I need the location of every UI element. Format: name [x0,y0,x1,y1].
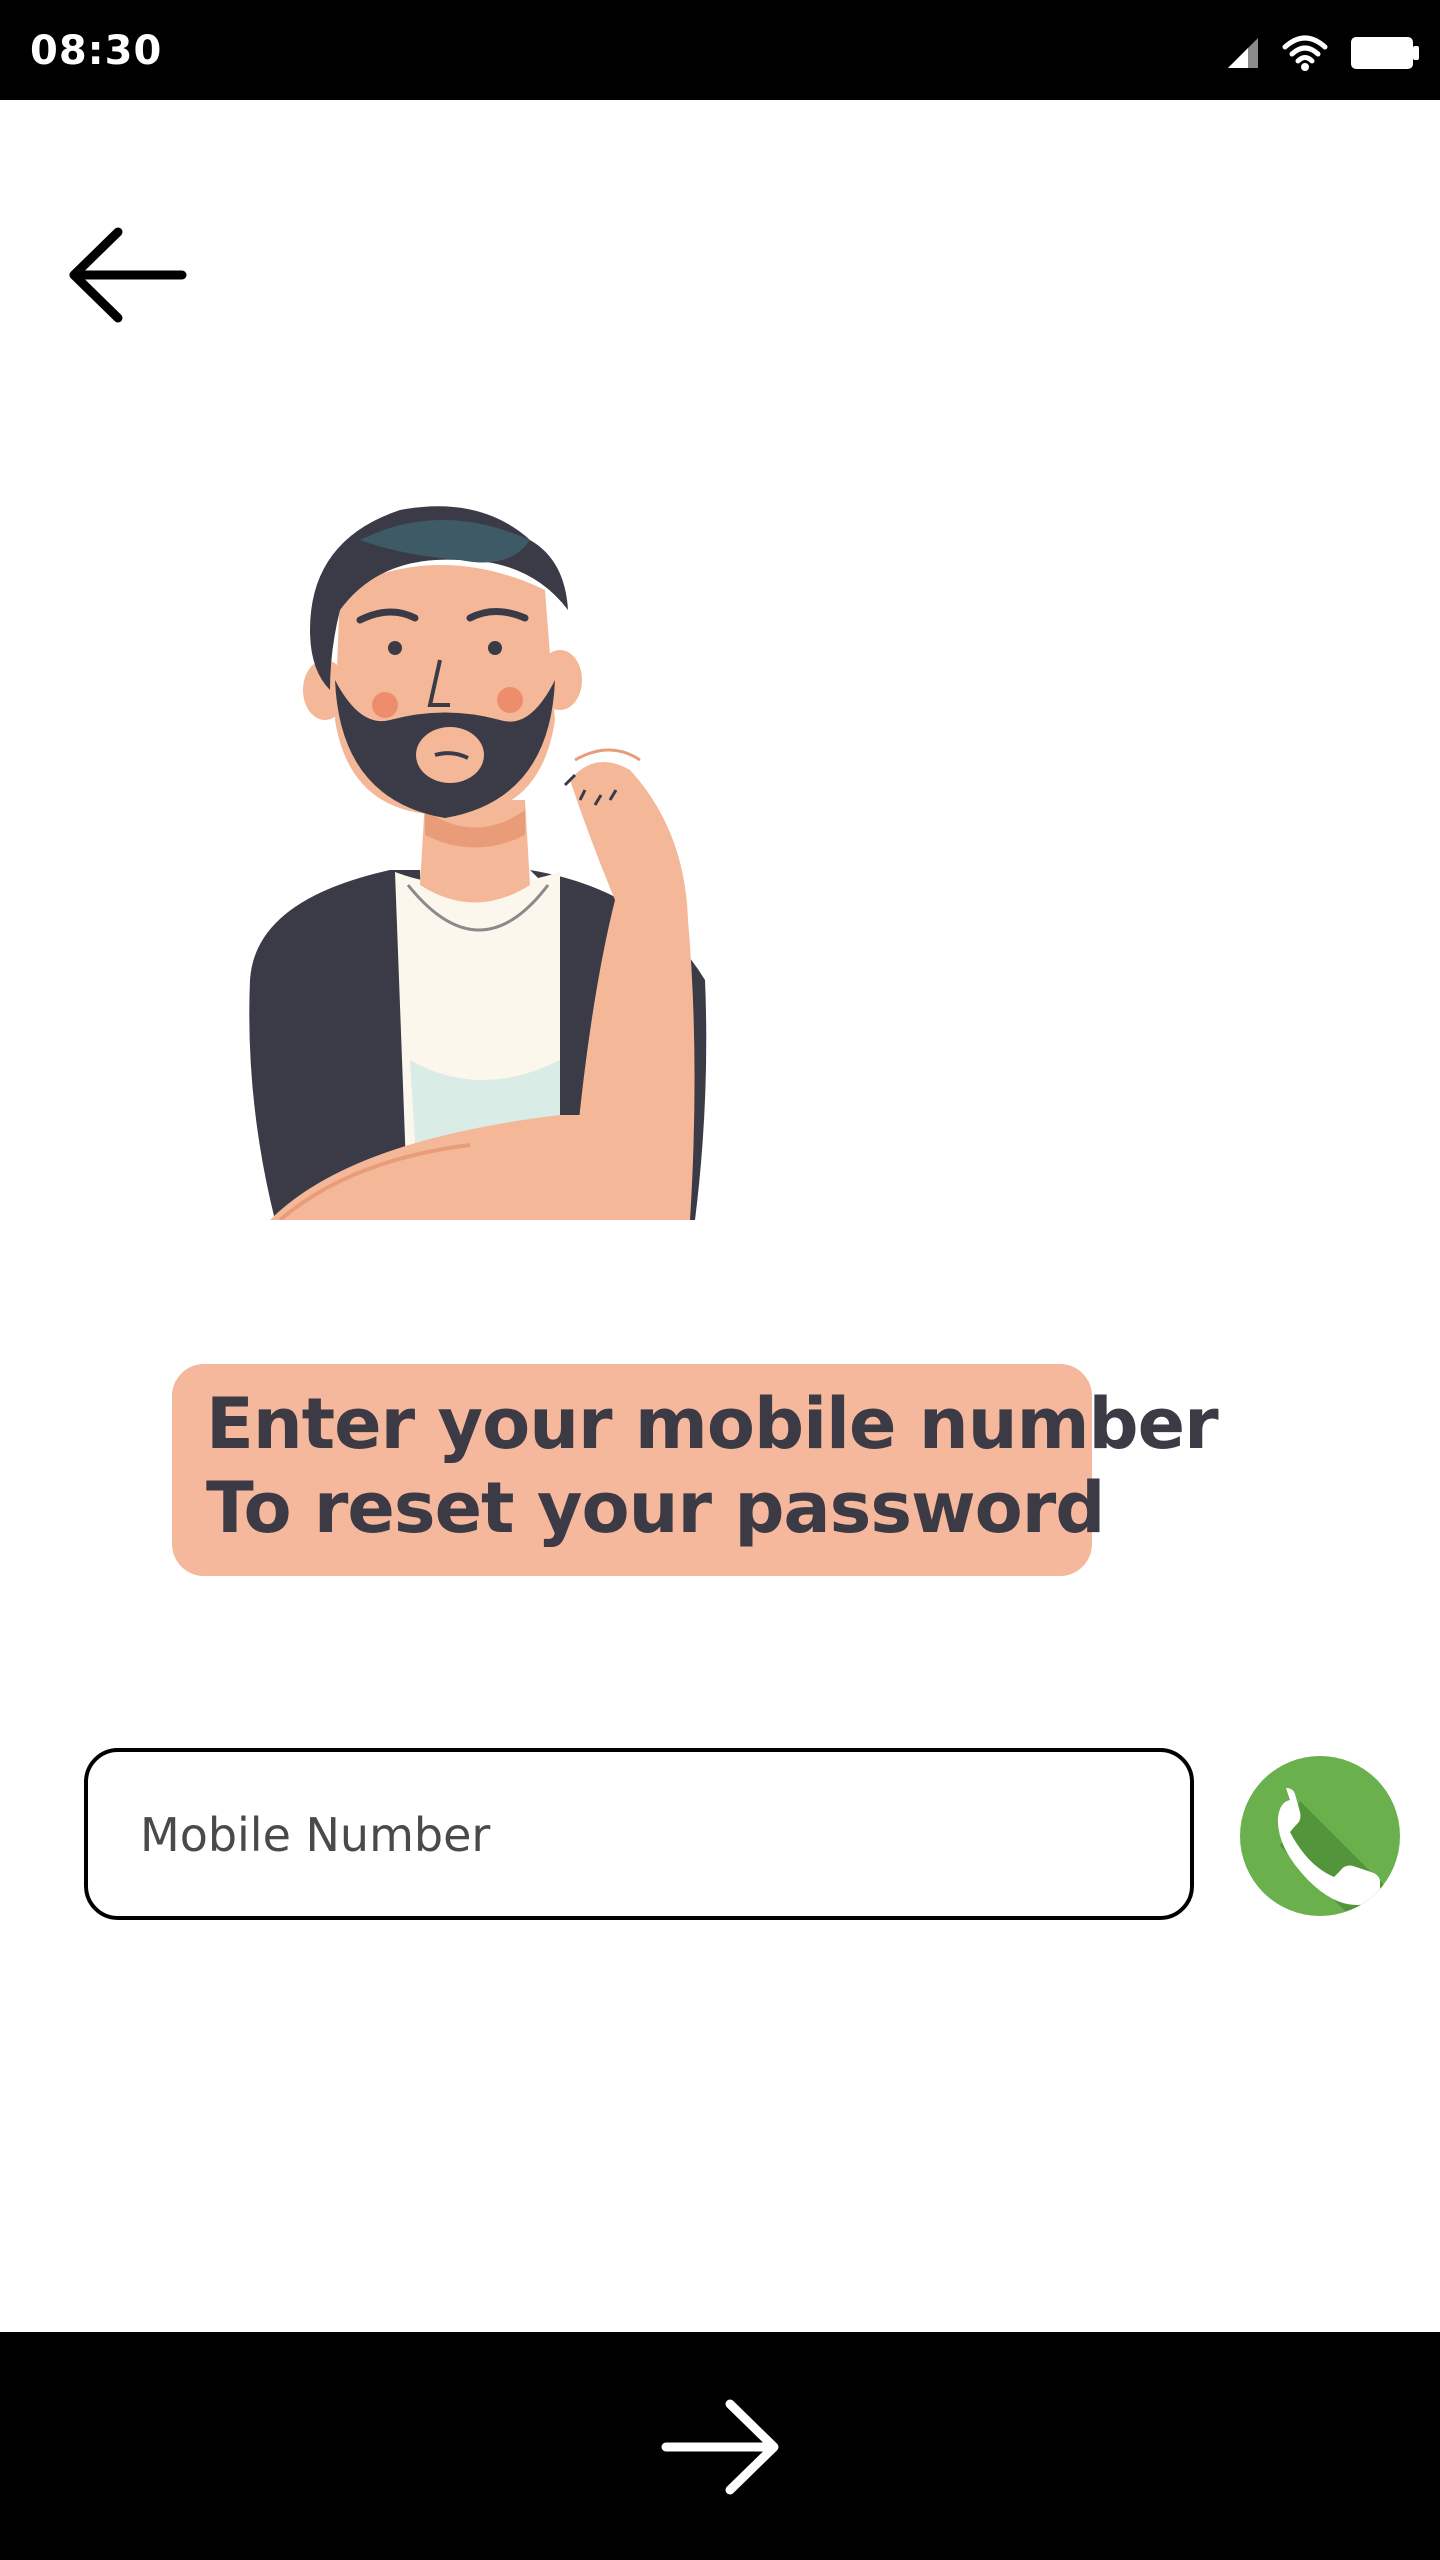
info-line-1: Enter your mobile number [206,1383,1219,1465]
arrow-left-icon [69,227,187,323]
phone-icon [1277,1788,1400,1916]
mobile-number-field-container [84,1748,1194,1920]
status-bar: 08:30 [0,0,1440,100]
thinking-man-illustration [230,500,730,1222]
wifi-icon [1282,35,1328,76]
next-button[interactable] [650,2392,790,2502]
cell-signal-icon [1226,36,1260,75]
status-time: 08:30 [30,28,163,74]
arrow-right-icon [661,2399,779,2495]
info-line-2: To reset your password [206,1467,1105,1549]
battery-icon [1350,35,1420,76]
bottom-bar [0,2332,1440,2560]
mobile-number-input[interactable] [138,1752,1142,1918]
info-bubble: Enter your mobile number To reset your p… [172,1364,1219,1576]
back-button[interactable] [58,220,198,330]
status-icons [1226,30,1420,80]
phone-button[interactable] [1240,1756,1400,1916]
